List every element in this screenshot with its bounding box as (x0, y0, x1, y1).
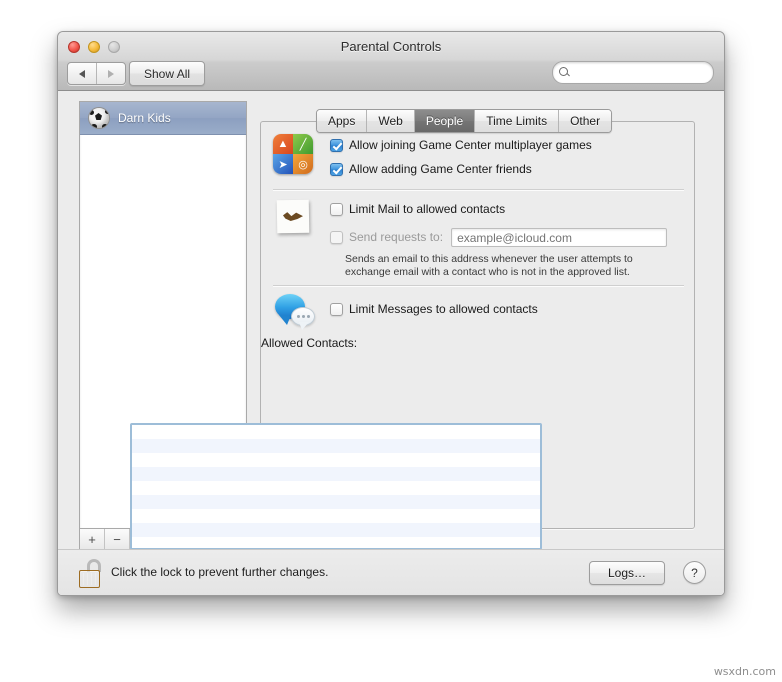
game-center-icon-wrap: ▲ ╱ ➤ ◎ (273, 134, 317, 178)
tab-time-limits-label: Time Limits (486, 114, 548, 128)
limit-messages-row[interactable]: Limit Messages to allowed contacts (330, 303, 538, 316)
game-center-icon: ▲ ╱ ➤ ◎ (273, 134, 317, 178)
send-requests-email-input[interactable] (451, 228, 668, 247)
allowed-contacts-list[interactable] (130, 423, 542, 550)
show-all-label: Show All (144, 66, 191, 81)
sidebar-item-darn-kids[interactable]: Darn Kids (80, 102, 246, 135)
back-button[interactable] (68, 63, 96, 84)
limit-mail-row[interactable]: Limit Mail to allowed contacts (330, 203, 505, 216)
sidebar-item-label: Darn Kids (118, 111, 171, 125)
gc-target-tile: ◎ (293, 154, 313, 174)
allow-adding-gc-friends-checkbox[interactable] (330, 163, 343, 176)
watermark: wsxdn.com (713, 665, 776, 678)
allow-joining-gc-row[interactable]: Allow joining Game Center multiplayer ga… (330, 139, 592, 152)
tab-web[interactable]: Web (367, 110, 415, 132)
gc-pencil-tile: ╱ (293, 134, 313, 154)
window-title: Parental Controls (340, 39, 442, 54)
lock-status-text: Click the lock to prevent further change… (111, 565, 329, 579)
help-button[interactable]: ? (683, 561, 706, 584)
send-requests-checkbox[interactable] (330, 231, 343, 244)
messages-icon (274, 294, 315, 332)
list-item[interactable] (132, 523, 540, 537)
search-field[interactable] (552, 61, 714, 84)
limit-mail-checkbox[interactable] (330, 203, 343, 216)
remove-account-button[interactable]: − (105, 529, 130, 549)
list-item[interactable] (132, 453, 540, 467)
mail-hint-text: Sends an email to this address whenever … (345, 253, 633, 279)
list-item[interactable] (132, 439, 540, 453)
list-item[interactable] (132, 481, 540, 495)
window-body: Apps Web People Time Limits Other Darn K… (58, 91, 724, 595)
help-button-label: ? (691, 565, 698, 580)
mail-icon-wrap (275, 199, 313, 237)
limit-messages-checkbox[interactable] (330, 303, 343, 316)
tab-apps[interactable]: Apps (317, 110, 368, 132)
tab-time-limits[interactable]: Time Limits (475, 110, 560, 132)
gc-rocket-tile: ➤ (273, 154, 293, 174)
tab-other-label: Other (570, 114, 601, 128)
limit-mail-label: Limit Mail to allowed contacts (349, 202, 506, 216)
allow-adding-gc-friends-label: Allow adding Game Center friends (349, 162, 532, 176)
unlocked-padlock-icon[interactable] (78, 559, 104, 588)
list-item[interactable] (132, 425, 540, 439)
navigation-segmented-control (67, 62, 126, 85)
allow-joining-gc-checkbox[interactable] (330, 139, 343, 152)
allowed-contacts-label: Allowed Contacts: (261, 336, 358, 350)
window-titlebar: Parental Controls Show All (58, 32, 724, 91)
search-icon (559, 66, 571, 79)
tab-web-label: Web (378, 114, 403, 128)
soccer-ball-icon (88, 107, 110, 129)
gc-flag-tile: ▲ (273, 134, 293, 154)
tab-other[interactable]: Other (559, 110, 612, 132)
tab-apps-label: Apps (328, 114, 356, 128)
list-item[interactable] (132, 495, 540, 509)
window-bottom-bar: Click the lock to prevent further change… (58, 549, 724, 595)
parental-controls-window: Parental Controls Show All Apps Web Peop… (57, 31, 725, 596)
back-arrow-icon (79, 69, 85, 78)
logs-button-label: Logs… (607, 566, 646, 580)
tab-people[interactable]: People (414, 110, 476, 132)
search-input[interactable] (574, 65, 702, 80)
send-requests-label: Send requests to: (349, 230, 444, 244)
forward-button[interactable] (96, 63, 125, 84)
settings-tab-bar: Apps Web People Time Limits Other (316, 109, 613, 133)
add-account-button[interactable]: + (80, 529, 105, 549)
limit-messages-label: Limit Messages to allowed contacts (349, 302, 538, 316)
screenshot-root: Parental Controls Show All Apps Web Peop… (0, 0, 782, 682)
logs-button[interactable]: Logs… (588, 561, 665, 585)
list-item[interactable] (132, 467, 540, 481)
mail-hint-line-2: exchange email with a contact who is not… (345, 266, 630, 278)
send-requests-row[interactable]: Send requests to: (330, 228, 668, 247)
mail-icon (275, 199, 313, 237)
list-item[interactable] (132, 509, 540, 523)
allow-adding-gc-friends-row[interactable]: Allow adding Game Center friends (330, 163, 532, 176)
tab-people-label: People (425, 114, 464, 128)
separator-game-center (273, 189, 684, 190)
separator-mail (273, 285, 684, 286)
allow-joining-gc-label: Allow joining Game Center multiplayer ga… (349, 138, 592, 152)
mail-hint-line-1: Sends an email to this address whenever … (345, 253, 633, 265)
show-all-button[interactable]: Show All (129, 61, 206, 86)
forward-arrow-icon (108, 69, 114, 78)
messages-icon-wrap (274, 294, 315, 332)
